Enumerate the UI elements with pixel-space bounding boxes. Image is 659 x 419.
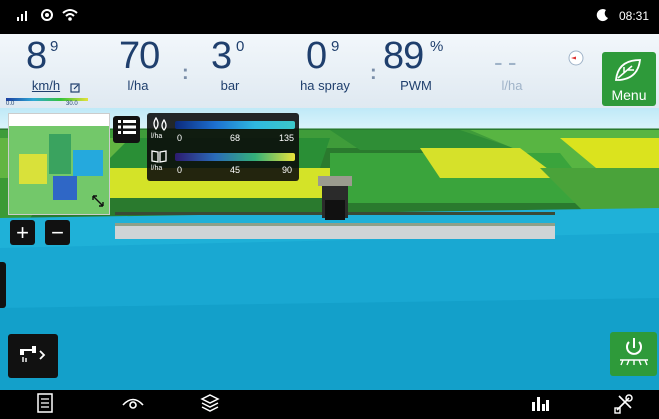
job-report-button[interactable] [33, 392, 57, 418]
map-legend-panel: l/ha 0 68 135 l/ha 0 45 90 [147, 113, 299, 181]
leaf-logo-icon [612, 56, 644, 89]
expand-map-icon[interactable] [91, 194, 105, 213]
map-legend-max: 90 [282, 165, 293, 175]
zoom-in-button[interactable]: + [10, 220, 35, 245]
rate-legend-max: 135 [279, 133, 295, 143]
pressure-unit: bar [220, 78, 240, 93]
spray-valve-button[interactable] [8, 334, 58, 378]
gauge-separator: : [182, 62, 189, 84]
faucet-icon [18, 343, 48, 370]
layers-button[interactable] [198, 393, 222, 417]
night-mode-icon [596, 8, 610, 27]
map-legend-gradient [175, 153, 295, 161]
status-time: 08:31 [618, 9, 649, 23]
speed-decimal: 9 [50, 38, 59, 55]
tools-icon [613, 392, 635, 419]
statistics-button[interactable] [528, 393, 552, 417]
eye-icon [121, 396, 145, 415]
area-unit: ha spray [300, 78, 350, 93]
settings-tools-button[interactable] [612, 393, 636, 417]
rate-unit: l/ha [127, 78, 149, 93]
side-drawer-handle[interactable] [0, 262, 6, 308]
layers-icon [200, 393, 220, 418]
view-mode-button[interactable] [118, 393, 148, 417]
bar-chart-icon [530, 394, 550, 417]
signal-icon [16, 8, 30, 27]
rate-legend-min: 0 [177, 133, 183, 143]
compass-icon[interactable] [568, 50, 584, 71]
gauge-strip: 8 9 km/h 70 l/ha : 3 0 bar 0 9 ha spray … [0, 34, 659, 108]
map-legend-unit: l/ha [151, 165, 163, 172]
bottom-toolbar [0, 390, 659, 419]
minimap-scale-max: 30.0 [66, 101, 78, 107]
speed-unit: km/h [31, 78, 61, 93]
gauge-separator: : [370, 62, 377, 84]
pwm-sup: % [430, 38, 444, 55]
pressure-value: 3 [211, 35, 232, 77]
boom-power-button[interactable] [610, 332, 657, 376]
boom-power-icon [617, 336, 651, 373]
zoom-out-button[interactable]: − [45, 220, 70, 245]
pwm-unit: PWM [400, 78, 432, 93]
speed-value: 8 [26, 35, 47, 77]
menu-button[interactable]: Menu [602, 52, 656, 106]
document-icon [37, 392, 53, 418]
minimap-scale-min: 0.0 [6, 101, 15, 107]
map-legend-mid: 45 [230, 165, 241, 175]
wifi-icon [62, 8, 78, 27]
rate-value: 70 [119, 35, 160, 77]
map-book-icon [151, 149, 167, 165]
rate-legend-unit: l/ha [151, 133, 163, 140]
status-bar: 08:31 [0, 0, 659, 34]
speed-source-icon [70, 80, 80, 98]
list-icon [117, 119, 136, 140]
coverage-minimap[interactable] [8, 113, 110, 215]
area-decimal: 9 [331, 38, 340, 55]
rate-legend-gradient [175, 121, 295, 129]
location-icon [40, 8, 54, 27]
menu-label: Menu [611, 87, 647, 103]
droplet-icon [151, 116, 169, 133]
extra-unit: l/ha [501, 78, 523, 93]
area-value: 0 [306, 35, 327, 77]
pressure-decimal: 0 [236, 38, 245, 55]
pwm-value: 89 [383, 35, 424, 77]
extra-value: - - [494, 47, 517, 77]
layers-list-button[interactable] [113, 116, 140, 143]
rate-legend-mid: 68 [230, 133, 241, 143]
map-legend-min: 0 [177, 165, 183, 175]
